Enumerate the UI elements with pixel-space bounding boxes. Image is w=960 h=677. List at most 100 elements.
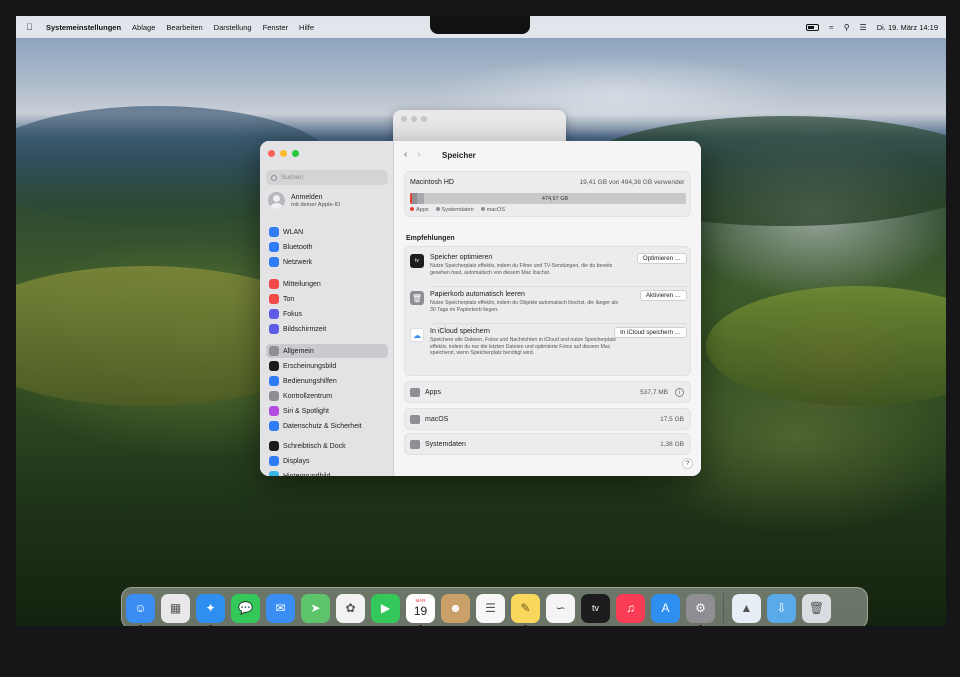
spotlight-icon[interactable]: ⚲	[844, 23, 850, 32]
storage-category-row[interactable]: Systemdaten 1,38 GB	[404, 433, 691, 455]
search-placeholder: Suchen	[281, 174, 304, 181]
system-settings-icon[interactable]: ⚙	[686, 593, 715, 626]
category-size: 17,5 GB	[660, 416, 684, 423]
sidebar-item-hintergrundbild[interactable]: Hintergrundbild	[266, 469, 388, 476]
sidebar-item-bildschirmzeit[interactable]: Bildschirmzeit	[266, 322, 388, 336]
running-indicator	[699, 624, 702, 626]
sidebar-item-label: Hintergrundbild	[283, 472, 331, 477]
sidebar-item-erscheinungsbild[interactable]: Erscheinungsbild	[266, 359, 388, 373]
window-controls	[268, 150, 299, 157]
forward-chevron-icon[interactable]: ›	[417, 149, 420, 160]
icloud-icon: ☁	[410, 328, 424, 342]
finder-icon[interactable]: ☺	[126, 593, 155, 626]
sidebar-item-mitteilungen[interactable]: Mitteilungen	[266, 277, 388, 291]
sidebar-item-siri-spotlight[interactable]: Siri & Spotlight	[266, 404, 388, 418]
reminders-icon[interactable]: ☰	[476, 593, 505, 623]
music-icon[interactable]: ♫	[616, 593, 645, 623]
preview-icon[interactable]: ▲	[732, 593, 761, 623]
menu-darstellung[interactable]: Darstellung	[214, 23, 252, 32]
sidebar-item-label: Datenschutz & Sicherheit	[283, 422, 362, 430]
launchpad-icon[interactable]: ▦	[161, 593, 190, 623]
contacts-icon[interactable]: ☻	[441, 593, 470, 623]
sidebar-item-label: Allgemein	[283, 347, 314, 355]
dock: ☺ ▦ ✦ 💬 ✉ ➤ ✿ ▶ MÄR 19 ☻ ☰ ✎ ∽ tv ♫ A ⚙ ▲ ⇩ 🗑	[121, 587, 868, 626]
siri-icon	[269, 406, 279, 416]
bell-icon	[269, 279, 279, 289]
storage-category-row[interactable]: Apps 537,7 MB i	[404, 381, 691, 403]
back-chevron-icon[interactable]: ‹	[404, 149, 407, 160]
sidebar-item-allgemein[interactable]: Allgemein	[266, 344, 388, 358]
facetime-icon[interactable]: ▶	[371, 593, 400, 623]
sidebar-item-schreibtisch-dock[interactable]: Schreibtisch & Dock	[266, 439, 388, 453]
help-button[interactable]: ?	[682, 458, 693, 469]
sidebar-item-bluetooth[interactable]: Bluetooth	[266, 240, 388, 254]
storage-bar[interactable]: 474,97 GB	[410, 193, 686, 204]
recommendation-button[interactable]: In iCloud speichern …	[614, 327, 687, 338]
sidebar-item-wlan[interactable]: WLAN	[266, 225, 388, 239]
wifi-icon[interactable]: ≈	[829, 23, 833, 32]
photos-icon[interactable]: ✿	[336, 593, 365, 623]
recommendation-button[interactable]: Aktivieren …	[639, 290, 687, 301]
apple-menu-icon[interactable]: 	[26, 22, 38, 32]
menu-app-name[interactable]: Systemeinstellungen	[46, 23, 121, 32]
safari-icon[interactable]: ✦	[196, 593, 225, 626]
freeform-icon[interactable]: ∽	[546, 593, 575, 623]
control-center-icon[interactable]: ☰	[860, 23, 867, 32]
sidebar-item-kontrollzentrum[interactable]: Kontrollzentrum	[266, 389, 388, 403]
inactive-close-icon[interactable]	[401, 116, 407, 122]
sidebar-item-fokus[interactable]: Fokus	[266, 307, 388, 321]
sidebar-item-label: Erscheinungsbild	[283, 362, 337, 370]
info-icon[interactable]: i	[675, 388, 684, 397]
recommendations-card: tv Speicher optimieren Nutze Speicherplatz…	[404, 246, 691, 376]
sidebar-item-label: Displays	[283, 457, 310, 465]
disk-usage-text: 19,41 GB von 494,38 GB verwendet	[579, 179, 684, 186]
wallpaper-meadow	[706, 286, 946, 406]
macos-icon	[410, 415, 420, 424]
sidebar-item-label: Ton	[283, 295, 295, 303]
messages-icon[interactable]: 💬	[231, 593, 260, 623]
sidebar-item-label: Netzwerk	[283, 258, 313, 266]
menu-bearbeiten[interactable]: Bearbeiten	[166, 23, 202, 32]
apple-id-signin[interactable]: Anmelden mit deiner Apple-ID	[268, 192, 340, 209]
menu-clock[interactable]: Di. 19. März 14:19	[877, 23, 938, 32]
search-input[interactable]: Suchen	[266, 170, 388, 185]
sidebar-item-displays[interactable]: Displays	[266, 454, 388, 468]
inactive-zoom-icon[interactable]	[421, 116, 427, 122]
recommendation-button[interactable]: Optimieren …	[636, 253, 687, 264]
appstore-icon[interactable]: A	[651, 593, 680, 623]
trash-icon[interactable]: 🗑	[802, 593, 831, 623]
sidebar-item-bedienungshilfen[interactable]: Bedienungshilfen	[266, 374, 388, 388]
menu-ablage[interactable]: Ablage	[132, 23, 155, 32]
category-size: 1,38 GB	[660, 441, 684, 448]
downloads-folder-icon[interactable]: ⇩	[767, 593, 796, 623]
sidebar-item-ton[interactable]: Ton	[266, 292, 388, 306]
close-button[interactable]	[268, 150, 275, 157]
speaker-icon	[269, 294, 279, 304]
sidebar-item-netzwerk[interactable]: Netzwerk	[266, 255, 388, 269]
zoom-button[interactable]	[292, 150, 299, 157]
navigation: ‹ ›	[404, 149, 421, 160]
running-indicator	[209, 624, 212, 626]
legend-item: macOS	[480, 207, 505, 213]
appletv-icon[interactable]: tv	[581, 593, 610, 623]
storage-category-row[interactable]: macOS 17,5 GB	[404, 408, 691, 430]
notes-icon[interactable]: ✎	[511, 593, 540, 626]
maps-icon[interactable]: ➤	[301, 593, 330, 623]
recommendation-title: Speicher optimieren	[430, 254, 493, 261]
mail-icon[interactable]: ✉	[266, 593, 295, 623]
battery-icon[interactable]	[806, 23, 820, 31]
storage-legend: Apps Systemdaten macOS	[410, 207, 505, 213]
storage-pane: ‹ › Speicher Macintosh HD 19,41 GB von 4…	[394, 141, 701, 476]
sidebar-item-label: Bluetooth	[283, 243, 313, 251]
inactive-minimize-icon[interactable]	[411, 116, 417, 122]
menu-hilfe[interactable]: Hilfe	[299, 23, 314, 32]
calendar-icon[interactable]: MÄR 19	[406, 593, 435, 626]
sidebar-item-datenschutz-sicherheit[interactable]: Datenschutz & Sicherheit	[266, 419, 388, 433]
avatar	[268, 192, 285, 209]
menu-fenster[interactable]: Fenster	[263, 23, 288, 32]
legend-dot-icon	[435, 207, 440, 211]
minimize-button[interactable]	[280, 150, 287, 157]
legend-item: Apps	[410, 207, 429, 213]
recommendation-item: ☁ In iCloud speichern Speichere alle Datei…	[410, 327, 687, 363]
recommendation-title: In iCloud speichern	[430, 328, 490, 335]
